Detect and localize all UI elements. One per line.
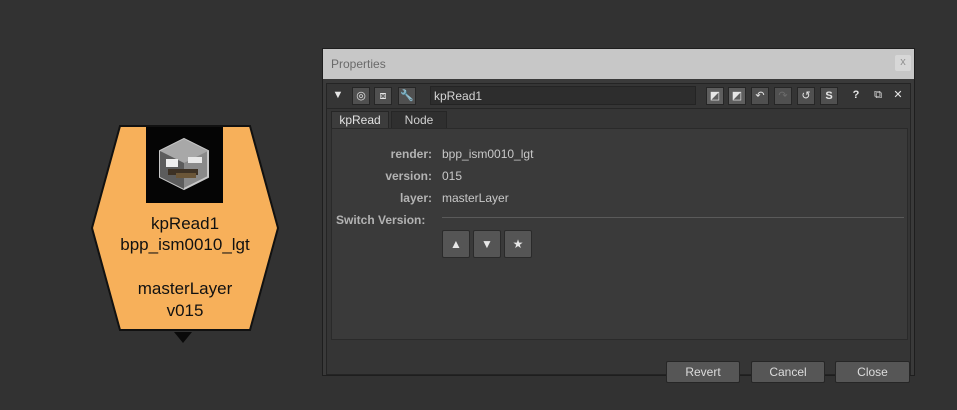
layer-value: masterLayer: [442, 191, 509, 205]
tab-kpread[interactable]: kpRead: [331, 111, 389, 129]
float-panel-icon[interactable]: ⧉: [869, 87, 887, 105]
tab-node[interactable]: Node: [391, 111, 447, 129]
panel-toolbar: ▼ ◎ ⧈ 🔧 ◩ ◩ ↶ ↷ ↺ S ? ⧉ ✕: [327, 84, 910, 109]
version-up-button[interactable]: ▲: [442, 230, 470, 258]
switch-version-label: Switch Version:: [336, 213, 426, 227]
node-name-field[interactable]: [430, 86, 696, 105]
help-icon[interactable]: ?: [847, 87, 865, 105]
kpread-tab-content: render: bpp_ism0010_lgt version: 015 lay…: [331, 128, 908, 340]
kpread-node[interactable]: kpRead1 bpp_ism0010_lgt masterLayer v015: [90, 124, 280, 332]
render-label: render:: [390, 147, 432, 161]
revert-button[interactable]: Revert: [666, 361, 740, 383]
wrench-icon[interactable]: 🔧: [398, 87, 416, 105]
node-color-swatch-icon[interactable]: ◩: [706, 87, 724, 105]
switch-version-divider: [442, 217, 904, 218]
properties-panel: ▼ ◎ ⧈ 🔧 ◩ ◩ ↶ ↷ ↺ S ? ⧉ ✕ kpRead Node re…: [326, 83, 911, 375]
close-button[interactable]: Close: [835, 361, 910, 383]
package-box-icon: [159, 137, 209, 191]
window-close-icon[interactable]: x: [895, 55, 911, 71]
collapse-arrow-icon[interactable]: ▼: [329, 87, 347, 105]
redo-icon[interactable]: ↷: [774, 87, 792, 105]
render-value: bpp_ism0010_lgt: [442, 147, 534, 161]
node-output-arrow[interactable]: [174, 332, 192, 343]
node-render-name: bpp_ism0010_lgt: [120, 235, 250, 254]
s-button-icon[interactable]: S: [820, 87, 838, 105]
properties-titlebar[interactable]: Properties x: [323, 49, 914, 79]
latest-version-button[interactable]: ★: [504, 230, 532, 258]
undo-icon[interactable]: ↶: [751, 87, 769, 105]
revert-knobs-icon[interactable]: ↺: [797, 87, 815, 105]
viewer-input-icon[interactable]: ⧈: [374, 87, 392, 105]
node-title: kpRead1: [150, 214, 220, 233]
properties-window: Properties x ▼ ◎ ⧈ 🔧 ◩ ◩ ↶ ↷ ↺ S ? ⧉ ✕ k…: [322, 48, 915, 383]
gl-color-swatch-icon[interactable]: ◩: [728, 87, 746, 105]
window-title: Properties: [331, 57, 386, 71]
layer-label: layer:: [399, 191, 432, 205]
version-value: 015: [442, 169, 463, 183]
node-thumbnail: [146, 127, 223, 203]
cancel-button[interactable]: Cancel: [751, 361, 825, 383]
close-panel-icon[interactable]: ✕: [889, 87, 907, 105]
node-layer-name: masterLayer: [137, 279, 233, 298]
node-version: v015: [166, 301, 204, 320]
center-node-icon[interactable]: ◎: [352, 87, 370, 105]
version-label: version:: [385, 169, 432, 183]
version-down-button[interactable]: ▼: [473, 230, 501, 258]
